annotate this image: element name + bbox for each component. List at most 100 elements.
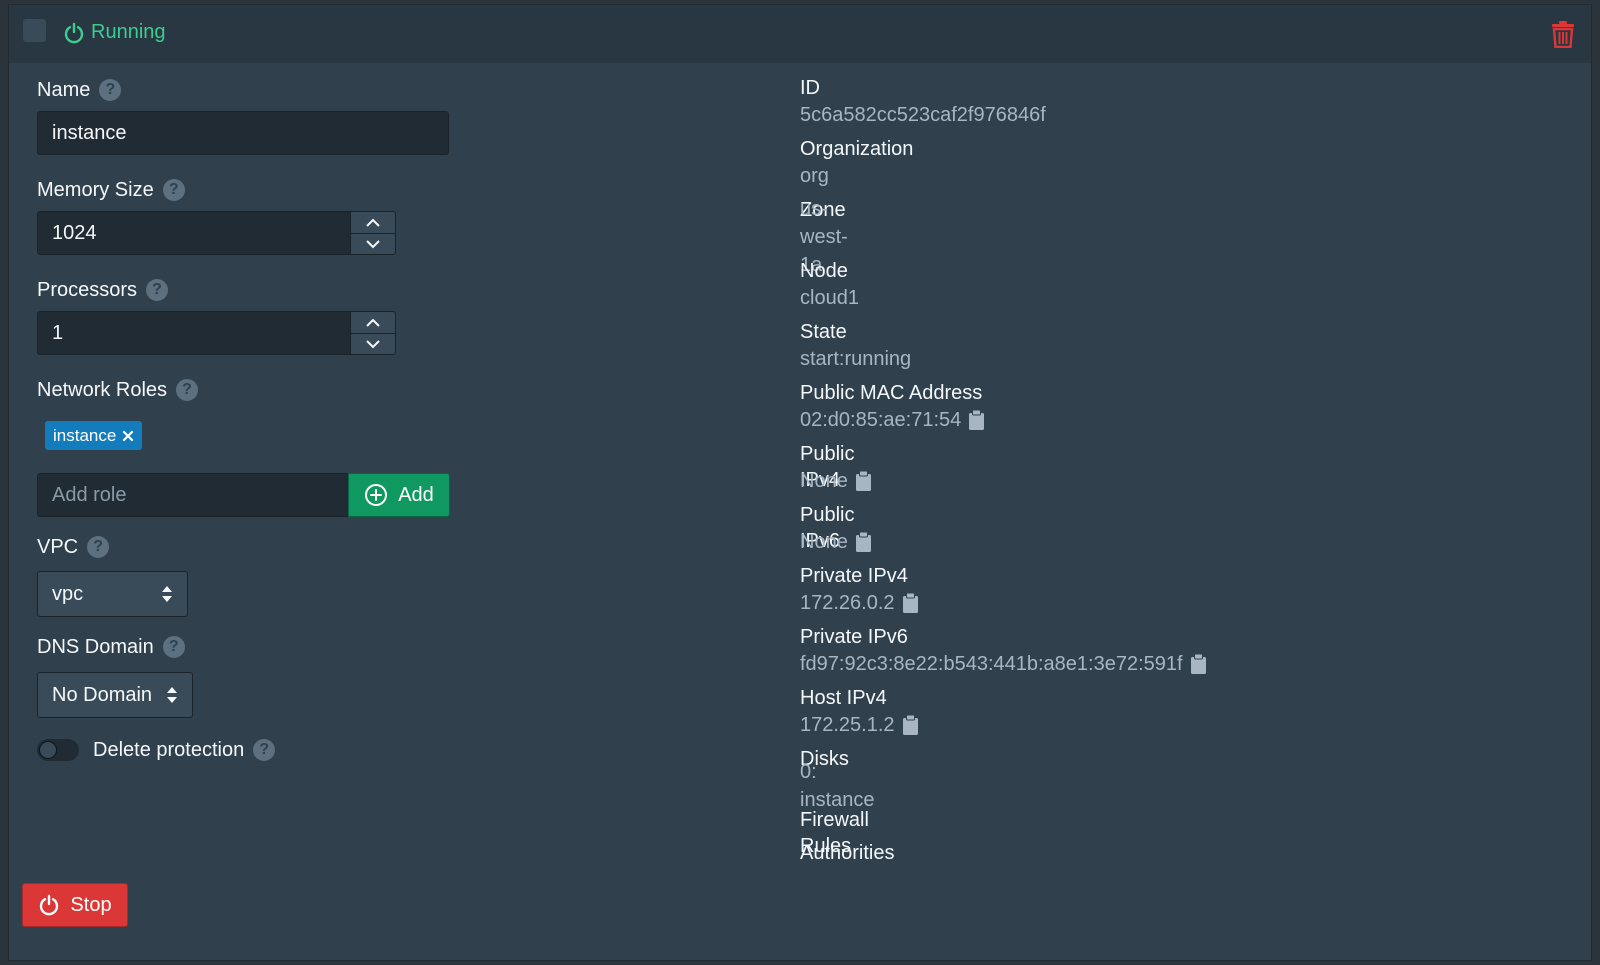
detail-value: 5c6a582cc523caf2f976846f [800, 104, 1046, 126]
caret-updown-icon [162, 586, 172, 602]
vpc-select[interactable]: vpc [37, 571, 188, 617]
memory-label: Memory Size [37, 178, 154, 201]
detail-zone: Zone us-west-1a [800, 197, 848, 276]
name-input-value: instance [52, 121, 127, 144]
stop-button-label: Stop [70, 893, 112, 916]
memory-input[interactable]: 1024 [37, 211, 351, 255]
detail-node: Node cloud1 [800, 258, 859, 312]
detail-state: State start:running [800, 319, 911, 373]
processors-label-row: Processors ? [37, 275, 169, 305]
delete-protection-switch[interactable] [37, 739, 79, 761]
vpc-select-value: vpc [52, 582, 84, 605]
clipboard-icon[interactable] [855, 532, 871, 552]
clipboard-icon[interactable] [1190, 654, 1206, 674]
detail-value: 0: instance [800, 761, 875, 811]
detail-value: fd97:92c3:8e22:b543:441b:a8e1:3e72:591f [800, 653, 1183, 675]
chevron-down-icon [366, 240, 380, 249]
network-roles-label-row: Network Roles ? [37, 375, 199, 405]
remove-tag-icon[interactable] [122, 430, 134, 442]
detail-organization: Organization org [800, 136, 913, 190]
chevron-up-icon [366, 318, 380, 327]
select-checkbox[interactable] [22, 18, 47, 43]
delete-protection-label: Delete protection [93, 738, 245, 761]
detail-value: 172.26.0.2 [800, 592, 895, 614]
detail-public-mac: Public MAC Address 02:d0:85:ae:71:54 [800, 380, 985, 434]
network-roles-label: Network Roles [37, 378, 168, 401]
status-indicator: Running [63, 21, 166, 44]
memory-increment-button[interactable] [351, 212, 395, 233]
detail-value: 172.25.1.2 [800, 714, 895, 736]
detail-id: ID 5c6a582cc523caf2f976846f [800, 75, 1046, 129]
detail-key: Public IPv6 [800, 504, 855, 552]
memory-stepper [350, 211, 396, 255]
clipboard-icon[interactable] [855, 471, 871, 491]
detail-key: Authorities [800, 842, 895, 864]
detail-value: start:running [800, 348, 912, 370]
detail-disks: Disks 0: instance [800, 746, 875, 811]
help-icon[interactable]: ? [99, 79, 122, 101]
memory-label-row: Memory Size ? [37, 175, 185, 205]
vpc-label-row: VPC ? [37, 532, 110, 562]
dns-label-row: DNS Domain ? [37, 632, 185, 662]
detail-key: Private IPv4 [800, 565, 908, 587]
switch-knob [40, 742, 56, 758]
name-label-row: Name ? [37, 75, 122, 105]
help-icon[interactable]: ? [176, 379, 199, 401]
caret-updown-icon [167, 687, 177, 703]
detail-value: None [800, 531, 848, 553]
vpc-label: VPC [37, 535, 79, 558]
status-text: Running [91, 21, 166, 43]
detail-value: org [800, 165, 829, 187]
detail-key: Private IPv6 [800, 626, 908, 648]
memory-input-value: 1024 [52, 221, 97, 244]
stop-button[interactable]: Stop [22, 883, 128, 927]
detail-value: None [800, 470, 848, 492]
power-icon [64, 22, 84, 43]
memory-decrement-button[interactable] [351, 233, 395, 254]
help-icon[interactable]: ? [146, 279, 169, 301]
dns-select[interactable]: No Domain [37, 672, 193, 718]
detail-key: State [800, 321, 847, 343]
panel-header: Running [9, 5, 1591, 63]
processors-input[interactable]: 1 [37, 311, 351, 355]
detail-public-ipv4: Public IPv4 None [800, 441, 871, 495]
trash-icon[interactable] [1551, 20, 1575, 48]
processors-stepper [350, 311, 396, 355]
name-label: Name [37, 78, 91, 101]
detail-key: Firewall Rules [800, 809, 869, 857]
add-role-button-label: Add [398, 483, 434, 506]
add-role-button[interactable]: Add [348, 473, 450, 517]
clipboard-icon[interactable] [969, 410, 985, 430]
network-role-tag-label: instance [53, 425, 117, 445]
delete-protection-label-row: Delete protection ? [93, 735, 276, 765]
processors-increment-button[interactable] [351, 312, 395, 333]
detail-key: Public MAC Address [800, 382, 983, 404]
detail-authorities: Authorities [800, 840, 895, 866]
processors-decrement-button[interactable] [351, 333, 395, 354]
add-role-placeholder: Add role [52, 483, 127, 506]
detail-key: ID [800, 77, 820, 99]
help-icon[interactable]: ? [162, 179, 185, 201]
detail-value: cloud1 [800, 287, 859, 309]
detail-private-ipv6: Private IPv6 fd97:92c3:8e22:b543:441b:a8… [800, 624, 1206, 678]
help-icon[interactable]: ? [162, 636, 185, 658]
clipboard-icon[interactable] [902, 593, 918, 613]
clipboard-icon[interactable] [902, 715, 918, 735]
instance-panel: Running Name ? instance Memory Size ? 10… [8, 4, 1592, 961]
processors-input-value: 1 [52, 321, 64, 344]
detail-public-ipv6: Public IPv6 None [800, 502, 871, 556]
detail-key: Organization [800, 138, 914, 160]
help-icon[interactable]: ? [253, 739, 276, 761]
detail-value: 02:d0:85:ae:71:54 [800, 409, 962, 431]
processors-label: Processors [37, 278, 138, 301]
help-icon[interactable]: ? [87, 536, 110, 558]
detail-private-ipv4: Private IPv4 172.26.0.2 [800, 563, 918, 617]
dns-select-value: No Domain [52, 683, 153, 706]
dns-label: DNS Domain [37, 635, 154, 658]
plus-circle-icon [365, 484, 388, 506]
add-role-input[interactable]: Add role [37, 473, 349, 517]
network-role-tag: instance [45, 421, 143, 450]
detail-key: Public IPv4 [800, 443, 855, 491]
power-icon [40, 894, 59, 916]
name-input[interactable]: instance [37, 111, 449, 155]
